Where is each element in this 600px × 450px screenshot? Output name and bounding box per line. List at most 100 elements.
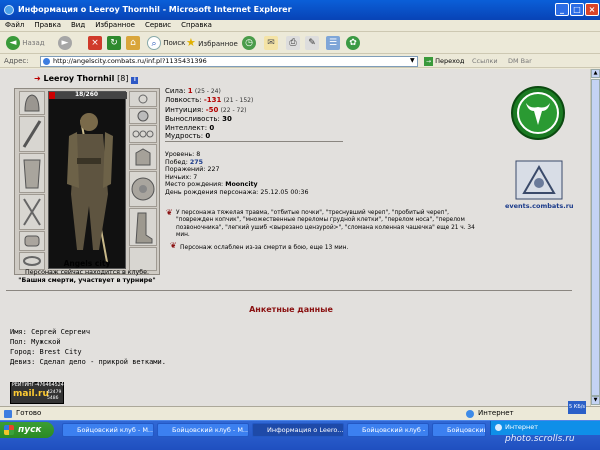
print-button[interactable]: ⎙ (286, 36, 300, 50)
hp-value: 18/260 (75, 91, 99, 98)
edit-button[interactable]: ✎ (305, 36, 319, 50)
stat-range: (22 - 72) (220, 106, 247, 114)
task-button[interactable]: Бойцовский клуб - M... (62, 423, 154, 437)
task-button[interactable]: Бойцовский клуб - M... (432, 423, 486, 437)
links-label[interactable]: Ссылки (472, 57, 498, 65)
weapon-slot[interactable] (19, 116, 45, 152)
shield-slot[interactable] (129, 171, 157, 207)
stat-row: Выносливость: 30 (165, 115, 365, 123)
mail-button[interactable]: ✉ (264, 36, 278, 50)
page-content: ➜ Leeroy Thornhil [8] i 18/260 Angels ci… (0, 69, 590, 406)
minimize-button[interactable]: _ (555, 3, 569, 16)
favorites-label: Избранное (198, 40, 238, 48)
search-icon: ⌕ (147, 36, 161, 50)
stat-label: Ловкость: (165, 96, 202, 105)
messenger-button[interactable]: ✿ (346, 36, 360, 50)
info-value: Mooncity (225, 181, 258, 189)
stop-button[interactable]: × (88, 36, 102, 50)
scroll-down-icon[interactable]: ▼ (591, 396, 600, 405)
character-avatar: 18/260 (48, 91, 127, 269)
warrior-figure (67, 113, 113, 263)
events-link[interactable]: events.combats.ru (505, 202, 574, 210)
city-name: Angels city (63, 259, 111, 268)
menu-edit[interactable]: Правка (29, 20, 66, 30)
search-label: Поиск (163, 39, 186, 47)
events-banner-icon[interactable] (512, 159, 566, 203)
info-block: Уровень: 8 Побед: 275 Поражений: 227 Нич… (165, 151, 405, 197)
helmet-slot[interactable] (19, 91, 45, 115)
vertical-scrollbar[interactable]: ▲ ▼ (590, 69, 600, 406)
task-label: Бойцовский клуб - M... (447, 426, 486, 434)
close-button[interactable]: × (585, 3, 599, 16)
go-button[interactable]: → Переход (424, 56, 464, 67)
discuss-icon: ☰ (326, 36, 340, 50)
address-dropdown-icon[interactable]: ▼ (410, 57, 415, 64)
watermark: photo.scrolls.ru (505, 434, 575, 444)
maximize-button[interactable]: □ (570, 3, 584, 16)
gauntlets-slot[interactable] (129, 144, 157, 170)
home-button[interactable]: ⌂ (126, 36, 140, 50)
toolbar: ◄ Назад ► × ↻ ⌂ ⌕ Поиск ★ Избранное ◷ ✉ … (0, 32, 600, 54)
go-label: Переход (435, 57, 465, 65)
task-button-active[interactable]: Информация о Leero... (252, 423, 344, 437)
info-value: 8 (196, 151, 201, 158)
history-button[interactable]: ◷ (242, 36, 256, 50)
stats-divider (165, 141, 343, 142)
back-arrow-icon: ◄ (6, 36, 20, 50)
gloves-icon (24, 235, 40, 247)
weakened-text: Персонаж ослаблен из-за смерти в бою, ещ… (180, 244, 349, 251)
task-label: Бойцовский клуб - M... (77, 426, 154, 434)
scroll-thumb[interactable] (591, 79, 600, 396)
bull-emblem-icon[interactable] (510, 85, 566, 141)
windows-logo-icon (4, 425, 14, 435)
info-label: Побед: (165, 158, 188, 166)
tray-network-icon[interactable] (495, 424, 502, 431)
dm-bar-label[interactable]: DM Bar (508, 57, 532, 65)
helmet-icon (24, 94, 40, 112)
scroll-up-icon[interactable]: ▲ (591, 69, 600, 78)
profile-sex: Пол: Мужской (10, 338, 61, 346)
menu-help[interactable]: Справка (176, 20, 217, 30)
start-button[interactable]: пуск (0, 422, 54, 438)
info-label: Поражений: (165, 166, 206, 174)
address-input[interactable]: http://angelscity.combats.ru/inf.pl?1135… (40, 56, 418, 67)
pointer-arrow-icon: ➜ (34, 74, 41, 83)
profile-motto: Девиз: Сделал дело - прикрой ветками. (10, 358, 166, 366)
ring-slots[interactable] (129, 125, 157, 143)
armor-slot[interactable] (19, 153, 45, 193)
belt-slot[interactable] (19, 194, 45, 230)
earrings-slot[interactable] (129, 91, 157, 107)
back-button[interactable]: ◄ Назад (6, 36, 45, 50)
forward-button[interactable]: ► (58, 36, 72, 50)
speed-indicator: 5 КБ/s (568, 401, 587, 414)
mailru-counter[interactable]: РЕЙТИНГ-476464524 mail.ru 42479 5486 (10, 382, 64, 404)
start-label: пуск (18, 425, 42, 435)
menu-favorites[interactable]: Избранное (90, 20, 140, 30)
info-row: Уровень: 8 (165, 151, 405, 159)
tray-zone-text: Интернет (505, 423, 539, 431)
stat-label: Сила: (165, 87, 186, 95)
character-level: [8] (117, 74, 129, 83)
info-icon[interactable]: i (131, 77, 139, 84)
counter-rating-label: РЕЙТИНГ (12, 383, 35, 388)
search-button[interactable]: ⌕ Поиск (147, 36, 185, 50)
location-room: "Башня смерти, участвует в турнире" (18, 277, 156, 284)
equipment-panel: 18/260 (14, 88, 160, 275)
favorites-button[interactable]: ★ Избранное (186, 36, 238, 50)
window-titlebar: Информация о Leeroy Thornhil - Microsoft… (0, 0, 600, 20)
task-button[interactable]: Бойцовский клуб - M... (347, 423, 429, 437)
menu-view[interactable]: Вид (66, 20, 90, 30)
location-status: Персонаж сейчас находится в клубе. (25, 269, 149, 276)
trauma-icon: ❦ (166, 208, 173, 217)
menu-tools[interactable]: Сервис (140, 20, 176, 30)
boots-slot[interactable] (129, 208, 157, 246)
back-label: Назад (22, 39, 45, 47)
amulet-slot[interactable] (129, 108, 157, 124)
gloves-slot[interactable] (19, 231, 45, 251)
stat-range: (21 - 152) (223, 97, 254, 105)
refresh-button[interactable]: ↻ (107, 36, 121, 50)
task-button[interactable]: Бойцовский клуб - M... (157, 423, 249, 437)
menu-file[interactable]: Файл (0, 20, 29, 30)
discuss-button[interactable]: ☰ (326, 36, 340, 50)
counter-n1: 42479 (47, 390, 62, 395)
